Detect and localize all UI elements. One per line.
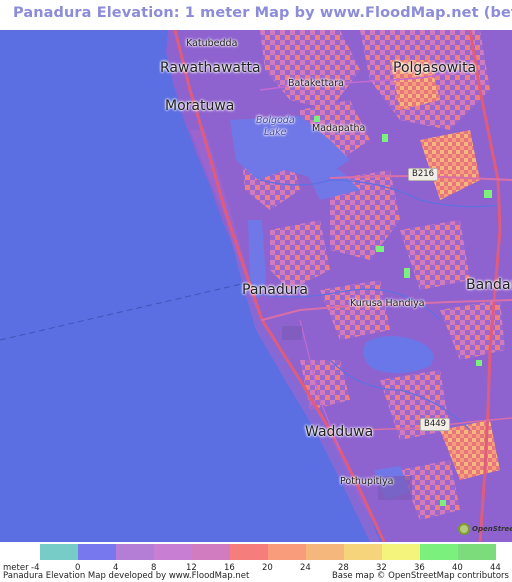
place-label-bandara: Bandara: [466, 277, 512, 293]
place-label-batakettara: Batakettara: [288, 78, 344, 89]
legend-swatch: [420, 544, 458, 560]
place-label-katubedda: Katubedda: [186, 38, 238, 49]
legend-swatch: [78, 544, 116, 560]
legend-swatch: [268, 544, 306, 560]
magnifier-icon: [458, 523, 470, 535]
legend-swatch: [40, 544, 78, 560]
legend-tick-label: 20: [262, 563, 273, 573]
osm-badge[interactable]: OpenStreetMap: [458, 523, 512, 535]
footer-attribution: Base map © OpenStreetMap contributors: [331, 571, 509, 581]
place-label-lake: Lake: [264, 127, 287, 138]
osm-badge-text: OpenStreetMap: [472, 525, 512, 533]
place-label-panadura: Panadura: [242, 282, 308, 298]
legend-swatch: [458, 544, 496, 560]
place-label-polgasowita: Polgasowita: [393, 60, 477, 76]
map-title: Panadura Elevation: 1 meter Map by www.F…: [13, 5, 512, 21]
place-label-bolgoda: Bolgoda: [256, 115, 295, 126]
legend-swatch: [382, 544, 420, 560]
elevation-map[interactable]: Katubedda Rawathawatta Polgasowita Batak…: [0, 30, 512, 542]
place-label-kurusa-handiya: Kurusa Handiya: [350, 298, 425, 309]
legend-swatch: [116, 544, 154, 560]
road-shield-b449: B449: [420, 418, 451, 431]
place-label-pothupitiya: Pothupitiya: [340, 476, 394, 487]
title-bar: Panadura Elevation: 1 meter Map by www.F…: [0, 0, 512, 30]
legend-swatch: [230, 544, 268, 560]
legend-swatch: [306, 544, 344, 560]
road-shield-b216: B216: [408, 168, 439, 181]
place-label-madapatha: Madapatha: [312, 123, 366, 134]
legend-swatch: [192, 544, 230, 560]
place-label-wadduwa: Wadduwa: [305, 424, 374, 440]
place-label-moratuwa: Moratuwa: [165, 98, 235, 114]
footer-credit: Panadura Elevation Map developed by www.…: [3, 571, 250, 581]
legend-tick-label: 24: [300, 563, 311, 573]
legend-swatch: [344, 544, 382, 560]
elevation-legend: meter -4 0 4 8 12 16 20 24 28 32 36 40 44 Panadura E…: [0, 542, 512, 582]
legend-swatch: [154, 544, 192, 560]
place-label-rawathawatta: Rawathawatta: [160, 60, 261, 76]
